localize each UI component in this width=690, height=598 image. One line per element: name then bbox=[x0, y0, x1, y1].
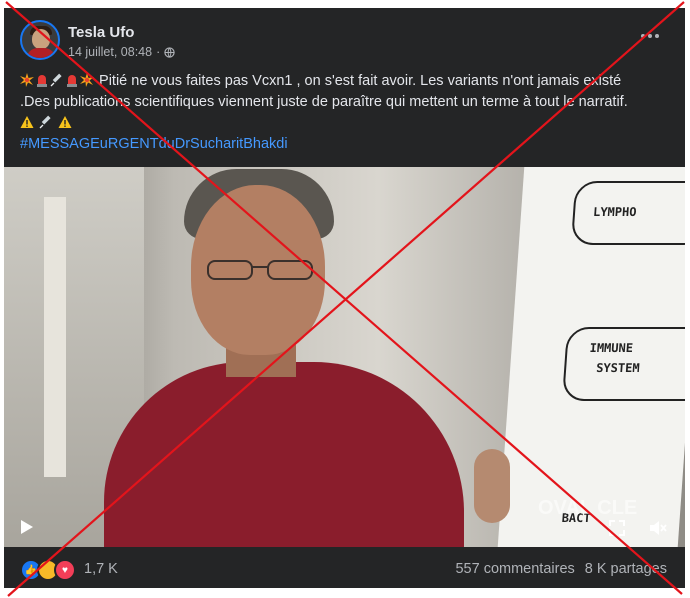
volume-muted-icon[interactable] bbox=[649, 520, 667, 536]
siren-icon bbox=[37, 75, 47, 87]
love-icon: ♥ bbox=[54, 559, 76, 581]
post-meta: 14 juillet, 08:48 · bbox=[68, 45, 175, 59]
video-controls-right bbox=[609, 520, 667, 536]
post-text-line-2: .Des publications scientifiques viennent… bbox=[20, 94, 628, 110]
post-text: Pitié ne vous faites pas Vcxn1 , on s'es… bbox=[20, 71, 670, 155]
warning-icon bbox=[58, 116, 72, 128]
post-text-line-3 bbox=[20, 113, 670, 134]
whiteboard: LYMPHO IMMUNE SYSTEM BACT bbox=[497, 167, 685, 547]
syringe-icon bbox=[50, 73, 62, 87]
more-options-icon[interactable] bbox=[641, 30, 663, 42]
post-header: Tesla Ufo 14 juillet, 08:48 · bbox=[4, 8, 685, 68]
warning-icon bbox=[20, 116, 34, 128]
window-frame bbox=[44, 197, 66, 477]
avatar-face bbox=[32, 29, 50, 49]
facebook-post: Tesla Ufo 14 juillet, 08:48 · Pitié ne v… bbox=[4, 8, 685, 588]
reaction-icons[interactable]: 👍 ♥ bbox=[20, 559, 76, 581]
author-avatar[interactable] bbox=[20, 20, 60, 60]
video-player[interactable]: LYMPHO IMMUNE SYSTEM BACT OVAL CLE bbox=[4, 167, 685, 547]
avatar-body bbox=[26, 48, 56, 58]
video-controls bbox=[4, 507, 685, 547]
fullscreen-icon[interactable] bbox=[609, 520, 625, 536]
post-date[interactable]: 14 juillet, 08:48 bbox=[68, 45, 152, 59]
whiteboard-word-immune: IMMUNE bbox=[589, 341, 634, 355]
globe-icon[interactable] bbox=[164, 46, 175, 58]
comments-count[interactable]: 557 commentaires bbox=[455, 561, 574, 577]
post-text-line-1: Pitié ne vous faites pas Vcxn1 , on s'es… bbox=[20, 71, 670, 92]
collision-icon bbox=[80, 73, 94, 87]
play-icon[interactable] bbox=[20, 519, 34, 535]
whiteboard-word-system: SYSTEM bbox=[595, 361, 641, 375]
shares-count[interactable]: 8 K partages bbox=[585, 561, 667, 577]
post-stats: 557 commentaires 8 K partages bbox=[455, 561, 667, 577]
post-footer: 👍 ♥ 1,7 K 557 commentaires 8 K partages bbox=[4, 551, 685, 588]
post-text-line-1-content: Pitié ne vous faites pas Vcxn1 , on s'es… bbox=[99, 73, 622, 89]
reaction-count[interactable]: 1,7 K bbox=[84, 561, 118, 577]
siren-icon bbox=[67, 75, 77, 87]
presenter-glasses bbox=[207, 260, 313, 280]
collision-icon bbox=[20, 73, 34, 87]
meta-separator: · bbox=[156, 45, 161, 59]
syringe-icon bbox=[39, 115, 51, 129]
hashtag-link[interactable]: #MESSAGEuRGENTduDrSucharitBhakdi bbox=[20, 134, 670, 155]
author-name[interactable]: Tesla Ufo bbox=[68, 24, 134, 41]
whiteboard-word-lympho: LYMPHO bbox=[592, 205, 637, 219]
